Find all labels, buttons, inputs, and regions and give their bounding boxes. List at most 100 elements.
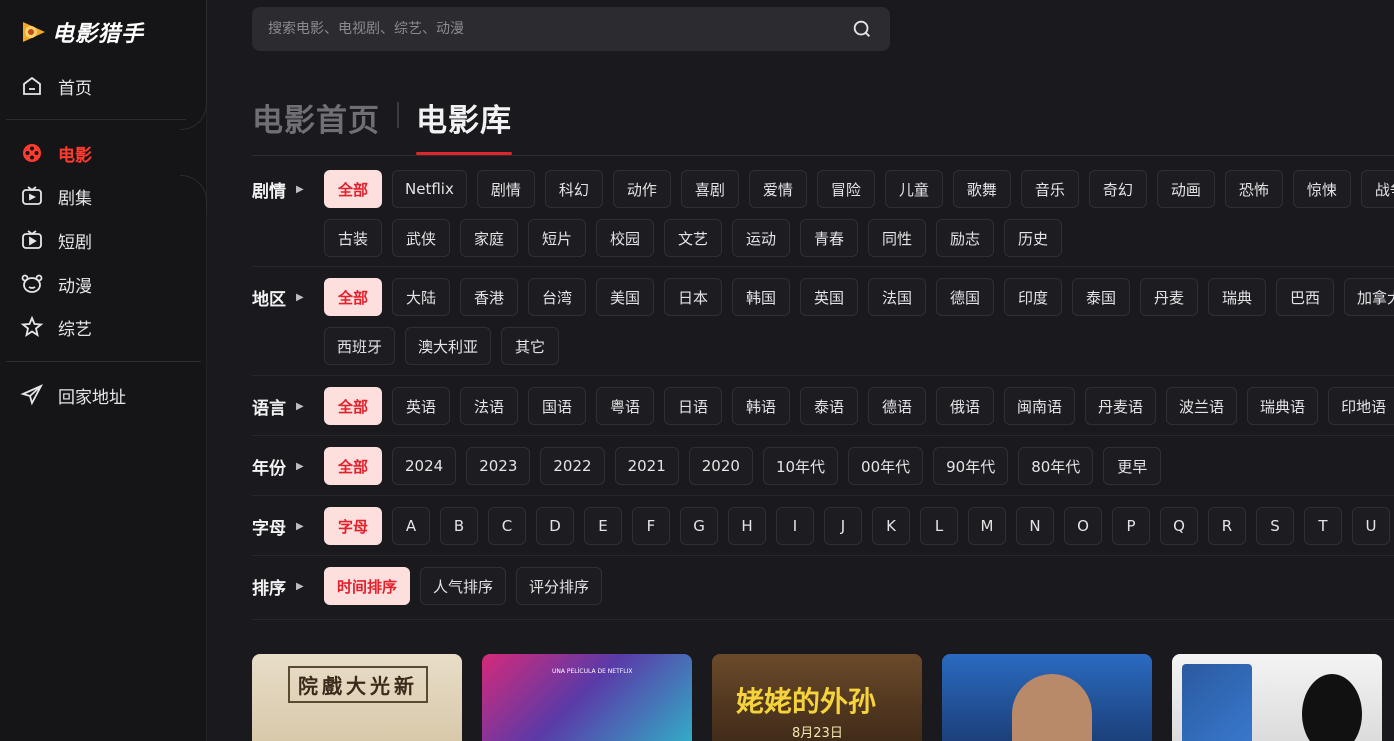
filter-chip[interactable]: 澳大利亚 — [405, 327, 492, 365]
movie-poster[interactable]: 院戲大光新 — [252, 654, 462, 741]
filter-chip[interactable]: 励志 — [936, 219, 994, 257]
filter-chip[interactable]: 家庭 — [460, 219, 518, 257]
sidebar-item-home[interactable]: 首页 — [20, 71, 92, 101]
filter-chip[interactable]: 喜剧 — [680, 170, 739, 208]
filter-chip[interactable]: 2023 — [466, 447, 531, 485]
filter-chip[interactable]: 全部 — [324, 170, 382, 208]
filter-chip[interactable]: 惊悚 — [1292, 170, 1351, 208]
filter-chip[interactable]: 法语 — [460, 387, 518, 425]
filter-chip[interactable]: 泰语 — [800, 387, 858, 425]
movie-poster[interactable] — [942, 654, 1152, 741]
sidebar-item-home-address[interactable]: 回家地址 — [20, 380, 126, 410]
filter-chip[interactable]: L — [920, 507, 958, 545]
filter-chip[interactable]: 2022 — [540, 447, 605, 485]
filter-chip[interactable]: 加拿大 — [1344, 278, 1394, 316]
filter-chip[interactable]: T — [1304, 507, 1342, 545]
movie-poster[interactable]: 姥姥的外孙 8月23日 — [712, 654, 922, 741]
filter-chip[interactable]: 巴西 — [1276, 278, 1334, 316]
filter-chip[interactable]: 俄语 — [936, 387, 994, 425]
filter-chip[interactable]: 时间排序 — [324, 567, 411, 605]
filter-chip[interactable]: G — [680, 507, 718, 545]
filter-chip[interactable]: 恐怖 — [1224, 170, 1283, 208]
search-button[interactable] — [850, 17, 874, 41]
filter-chip[interactable]: 英国 — [800, 278, 858, 316]
filter-chip[interactable]: 儿童 — [884, 170, 943, 208]
filter-chip[interactable]: 全部 — [324, 278, 382, 316]
filter-chip[interactable]: 同性 — [868, 219, 926, 257]
filter-chip[interactable]: 剧情 — [476, 170, 535, 208]
filter-chip[interactable]: F — [632, 507, 670, 545]
filter-chip[interactable]: 瑞典 — [1208, 278, 1266, 316]
filter-chip[interactable]: 波兰语 — [1166, 387, 1238, 425]
filter-chip[interactable]: 文艺 — [664, 219, 722, 257]
filter-chip[interactable]: 80年代 — [1018, 447, 1094, 485]
filter-chip[interactable]: 瑞典语 — [1247, 387, 1319, 425]
filter-chip[interactable]: 香港 — [460, 278, 518, 316]
filter-chip[interactable]: 印度 — [1004, 278, 1062, 316]
sidebar-item-movies[interactable]: 电影 — [20, 138, 92, 168]
movie-poster[interactable]: UNA PELÍCULA DE NETFLIX — [482, 654, 692, 741]
app-logo[interactable]: 电影猎手 — [20, 14, 144, 50]
filter-chip[interactable]: 歌舞 — [952, 170, 1011, 208]
filter-chip[interactable]: 全部 — [324, 387, 382, 425]
sidebar-item-series[interactable]: 剧集 — [20, 181, 92, 211]
filter-chip[interactable]: 其它 — [501, 327, 560, 365]
filter-chip[interactable]: 音乐 — [1020, 170, 1079, 208]
filter-chip[interactable]: 动作 — [612, 170, 671, 208]
filter-chip[interactable]: 00年代 — [848, 447, 924, 485]
filter-chip[interactable]: 闽南语 — [1004, 387, 1076, 425]
filter-chip[interactable]: 90年代 — [933, 447, 1009, 485]
filter-chip[interactable]: 大陆 — [392, 278, 450, 316]
filter-chip[interactable]: I — [776, 507, 814, 545]
filter-chip[interactable]: 西班牙 — [324, 327, 396, 365]
filter-chip[interactable]: 武侠 — [392, 219, 450, 257]
filter-chip[interactable]: A — [392, 507, 430, 545]
filter-chip[interactable]: 科幻 — [544, 170, 603, 208]
filter-chip[interactable]: 校园 — [596, 219, 654, 257]
filter-chip[interactable]: 短片 — [528, 219, 586, 257]
search-input[interactable] — [268, 21, 850, 37]
filter-chip[interactable]: 美国 — [596, 278, 654, 316]
filter-chip[interactable]: 历史 — [1004, 219, 1062, 257]
filter-chip[interactable]: 日本 — [664, 278, 722, 316]
filter-chip[interactable]: 评分排序 — [516, 567, 603, 605]
filter-chip[interactable]: 粤语 — [596, 387, 654, 425]
filter-chip[interactable]: P — [1112, 507, 1150, 545]
filter-chip[interactable]: 日语 — [664, 387, 722, 425]
filter-chip[interactable]: U — [1352, 507, 1390, 545]
filter-chip[interactable]: 冒险 — [816, 170, 875, 208]
filter-chip[interactable]: 德语 — [868, 387, 926, 425]
filter-chip[interactable]: 印地语 — [1328, 387, 1394, 425]
filter-chip[interactable]: 2021 — [614, 447, 679, 485]
filter-chip[interactable]: 丹麦 — [1140, 278, 1198, 316]
filter-chip[interactable]: 更早 — [1103, 447, 1162, 485]
filter-chip[interactable]: D — [536, 507, 574, 545]
filter-chip[interactable]: E — [584, 507, 622, 545]
tab-movie-library[interactable]: 电影库 — [416, 95, 512, 155]
filter-chip[interactable]: 丹麦语 — [1085, 387, 1157, 425]
filter-chip[interactable]: 英语 — [392, 387, 450, 425]
filter-chip[interactable]: S — [1256, 507, 1294, 545]
filter-chip[interactable]: 法国 — [868, 278, 926, 316]
filter-chip[interactable]: H — [728, 507, 766, 545]
filter-chip[interactable]: 古装 — [324, 219, 382, 257]
filter-chip[interactable]: 台湾 — [528, 278, 586, 316]
filter-chip[interactable]: 青春 — [800, 219, 858, 257]
filter-chip[interactable]: 国语 — [528, 387, 586, 425]
filter-chip[interactable]: 人气排序 — [420, 567, 507, 605]
filter-chip[interactable]: B — [440, 507, 478, 545]
filter-chip[interactable]: R — [1208, 507, 1246, 545]
filter-chip[interactable]: 泰国 — [1072, 278, 1130, 316]
filter-chip[interactable]: J — [824, 507, 862, 545]
movie-poster[interactable] — [1172, 654, 1382, 741]
filter-chip[interactable]: 动画 — [1156, 170, 1215, 208]
filter-chip[interactable]: 韩语 — [732, 387, 790, 425]
sidebar-item-short-drama[interactable]: 短剧 — [20, 225, 92, 255]
filter-chip[interactable]: 2024 — [392, 447, 457, 485]
filter-chip[interactable]: 10年代 — [762, 447, 839, 485]
filter-chip[interactable]: 战争 — [1360, 170, 1394, 208]
filter-chip[interactable]: 2020 — [688, 447, 753, 485]
filter-chip[interactable]: K — [872, 507, 910, 545]
filter-chip[interactable]: C — [488, 507, 526, 545]
filter-chip[interactable]: Netflix — [392, 170, 467, 208]
